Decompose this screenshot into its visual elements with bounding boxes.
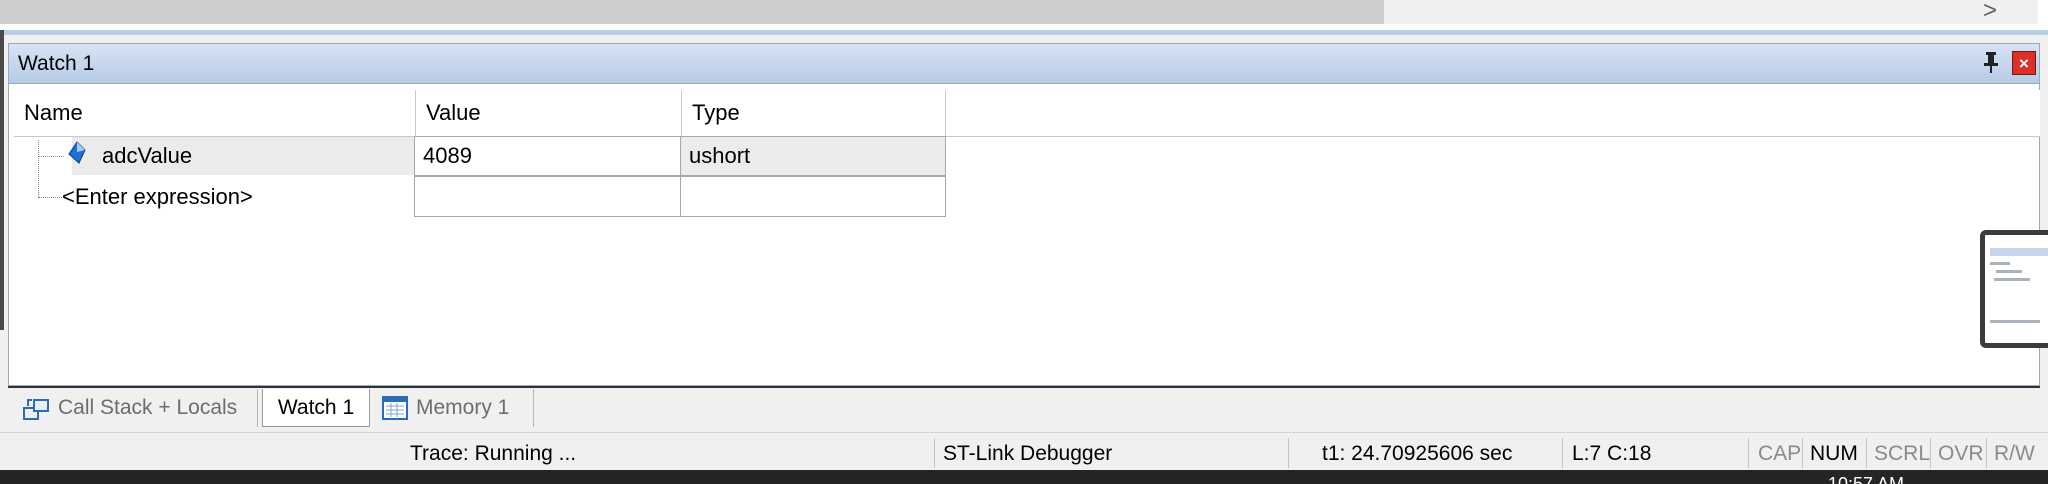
watch-value[interactable]: 4089	[414, 136, 681, 176]
status-position: L:7 C:18	[1572, 442, 1652, 465]
status-trace: Trace: Running ...	[410, 442, 577, 465]
status-separator	[1802, 438, 1803, 468]
tab-memory-1[interactable]: Memory 1	[376, 389, 534, 427]
tab-watch-1[interactable]: Watch 1	[262, 389, 370, 427]
pin-icon[interactable]	[1978, 50, 2004, 76]
status-separator	[1562, 438, 1563, 468]
tree-line	[38, 197, 62, 198]
thumbnail-line	[1996, 270, 2022, 273]
scrollbar-thumb[interactable]	[0, 0, 1384, 24]
status-num: NUM	[1810, 442, 1858, 465]
enter-expression-field[interactable]: <Enter expression>	[62, 178, 253, 216]
status-separator	[1930, 438, 1931, 468]
watch-name[interactable]: adcValue	[102, 137, 192, 175]
thumbnail-line	[1994, 278, 2030, 281]
status-separator	[1866, 438, 1867, 468]
tree-line	[38, 140, 39, 197]
empty-type-cell	[680, 176, 946, 217]
status-separator	[1288, 438, 1289, 468]
taskbar-clock[interactable]: 10:57 AM	[1828, 475, 1928, 484]
left-edge	[0, 30, 4, 330]
thumbnail-line	[1990, 262, 2010, 265]
column-header-type[interactable]: Type	[681, 90, 946, 136]
close-button[interactable]: ×	[2012, 51, 2036, 75]
empty-value-cell	[414, 176, 681, 217]
status-rw: R/W	[1994, 442, 2035, 465]
status-cap: CAP	[1758, 442, 1802, 465]
splitter-bar[interactable]	[0, 30, 2048, 35]
tab-call-stack-locals[interactable]: Call Stack + Locals	[14, 389, 258, 427]
status-separator	[1986, 438, 1987, 468]
tree-line	[38, 156, 64, 157]
status-separator	[1748, 438, 1749, 468]
scrollbar-track[interactable]	[1384, 0, 2038, 24]
status-time: t1: 24.70925606 sec	[1322, 442, 1513, 465]
status-debugger: ST-Link Debugger	[943, 442, 1113, 465]
panel-title-bar[interactable]	[8, 43, 2040, 84]
status-separator	[934, 438, 935, 468]
status-ovr: OVR	[1938, 442, 1984, 465]
scroll-right-icon[interactable]: >	[1975, 0, 2005, 24]
column-header-name[interactable]: Name	[14, 90, 415, 136]
watch-type: ushort	[680, 136, 946, 176]
thumbnail-title-bar	[1990, 248, 2048, 256]
thumbnail-line	[1990, 320, 2040, 323]
column-header-value[interactable]: Value	[415, 90, 681, 136]
panel-title: Watch 1	[18, 52, 95, 75]
status-scrl: SCRL	[1874, 442, 1931, 465]
taskbar	[0, 470, 2048, 484]
variable-diamond-icon	[68, 141, 86, 165]
